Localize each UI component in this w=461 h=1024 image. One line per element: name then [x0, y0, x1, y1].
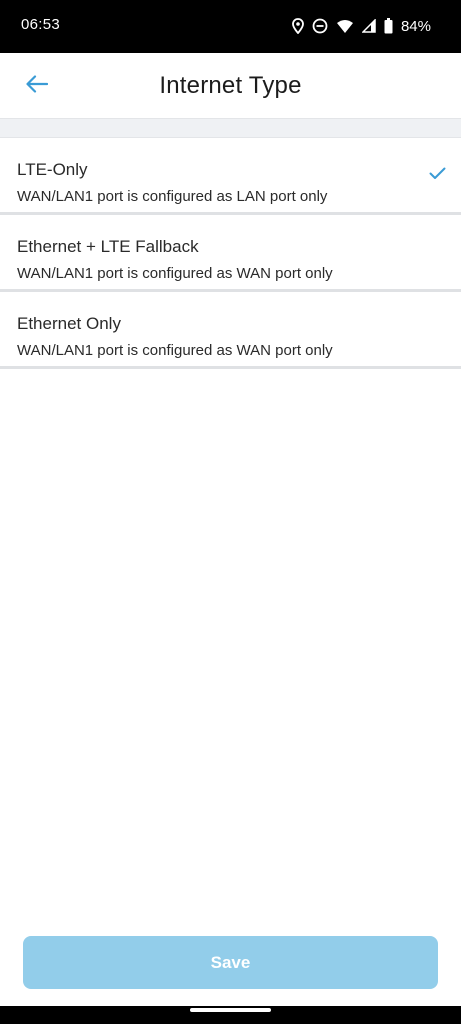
- section-spacer: [0, 119, 461, 138]
- battery-percentage: 84%: [400, 17, 431, 35]
- option-lte-only[interactable]: LTE-Only WAN/LAN1 port is configured as …: [0, 138, 461, 215]
- status-time: 06:53: [21, 16, 61, 33]
- option-title: Ethernet Only: [17, 314, 121, 333]
- option-title: Ethernet + LTE Fallback: [17, 237, 199, 256]
- cell-signal-icon: [361, 19, 376, 33]
- check-icon: [429, 167, 446, 185]
- wifi-icon: [336, 19, 354, 34]
- option-description: WAN/LAN1 port is configured as WAN port …: [17, 265, 333, 282]
- option-ethernet-only[interactable]: Ethernet Only WAN/LAN1 port is configure…: [0, 292, 461, 369]
- option-title: LTE-Only: [17, 160, 88, 179]
- app-header: Internet Type: [0, 53, 461, 119]
- internet-type-list: LTE-Only WAN/LAN1 port is configured as …: [0, 138, 461, 369]
- do-not-disturb-icon: [312, 18, 328, 34]
- option-description: WAN/LAN1 port is configured as WAN port …: [17, 342, 333, 359]
- status-bar: 06:53 84%: [0, 0, 461, 53]
- battery-icon: [384, 18, 393, 34]
- save-button[interactable]: Save: [23, 936, 438, 989]
- location-icon: [292, 18, 304, 34]
- option-ethernet-lte-fallback[interactable]: Ethernet + LTE Fallback WAN/LAN1 port is…: [0, 215, 461, 292]
- page-title: Internet Type: [159, 72, 302, 99]
- option-description: WAN/LAN1 port is configured as LAN port …: [17, 188, 328, 205]
- home-indicator[interactable]: [190, 1008, 271, 1012]
- status-icons: 84%: [292, 16, 431, 36]
